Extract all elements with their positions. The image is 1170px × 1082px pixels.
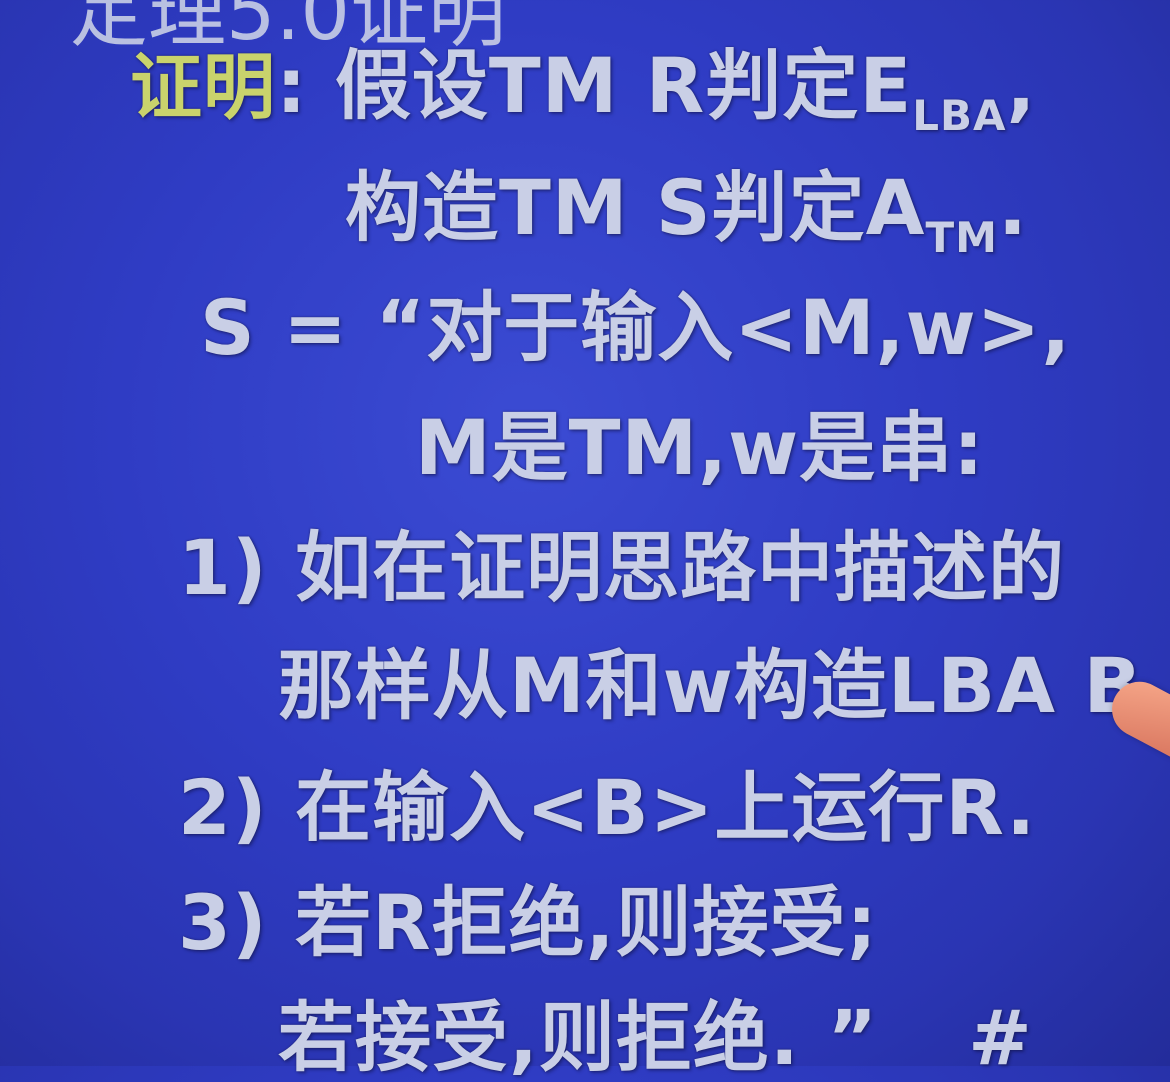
step-3-line-b-text: 若接受,则拒绝. ” xyxy=(278,993,879,1082)
step-3-line-b: 若接受,则拒绝. ” # xyxy=(278,1000,1033,1076)
proof-line-2: 构造TM S判定ATM. xyxy=(345,163,1028,262)
definition-line-input: M是TM,w是串: xyxy=(415,403,985,492)
step-3-line-a: 3) 若R拒绝,则接受; xyxy=(178,878,878,967)
step-2-line: 2) 在输入<B>上运行R. xyxy=(178,763,1037,852)
proof-line-1-text: : 假设TM R判定E xyxy=(276,41,913,130)
definition-line-s: S = “对于输入<M,w>, xyxy=(200,283,1072,372)
proof-label: 证明 xyxy=(130,45,277,129)
proof-line-1: 证明: 假设TM R判定ELBA, xyxy=(130,41,1037,140)
atm-subscript: TM xyxy=(925,213,998,262)
lecture-slide: 定理5.0证明 证明: 假设TM R判定ELBA, 构造TM S判定ATM. S… xyxy=(0,0,1170,1076)
step-1-line-b: 那样从M和w构造LBA B. xyxy=(278,641,1170,730)
elba-subscript: LBA xyxy=(912,91,1007,140)
proof-line-2-text: 构造TM S判定A xyxy=(345,163,926,252)
end-of-proof-mark: # xyxy=(968,993,1033,1082)
step-1-line-a: 1) 如在证明思路中描述的 xyxy=(178,523,1066,612)
